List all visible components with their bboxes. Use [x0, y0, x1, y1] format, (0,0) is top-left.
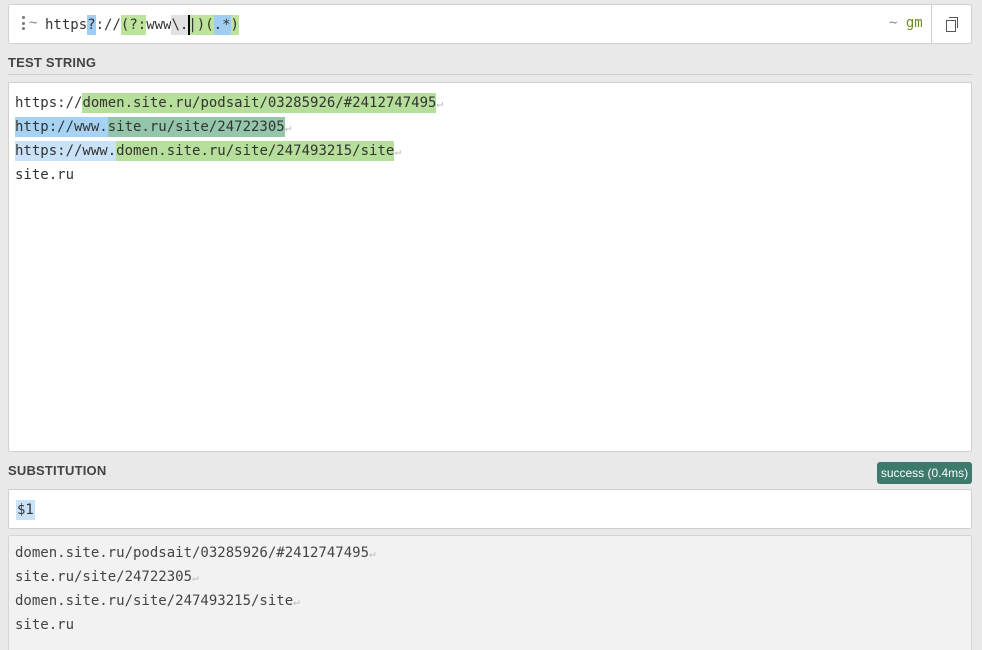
regex-delimiter-open: ~ [29, 15, 38, 31]
regex-input[interactable]: https?://(?:www\.|)(.*) [45, 15, 239, 35]
match-highlight: domen.site.ru/podsait/03285926/#24127474… [82, 93, 437, 113]
regex-token: ) [230, 15, 239, 35]
result-line: site.ru [15, 613, 965, 637]
match-highlight: http://www. [15, 117, 108, 137]
result-text: domen.site.ru/podsait/03285926/#24127474… [15, 545, 370, 561]
regex-token: ( [205, 15, 214, 35]
match-highlight: site.ru/site/24722305 [107, 117, 285, 137]
status-badge: success (0.4ms) [877, 462, 972, 484]
substitution-result: domen.site.ru/podsait/03285926/#24127474… [8, 535, 972, 650]
regex-token: https [45, 17, 88, 33]
regex-token: ? [87, 15, 96, 35]
result-text: site.ru/site/24722305 [15, 569, 193, 585]
test-line: https://domen.site.ru/podsait/03285926/#… [15, 91, 965, 115]
substitution-label: SUBSTITUTION [8, 463, 107, 478]
flags-delimiter: ~ [889, 15, 898, 31]
result-text: site.ru [15, 617, 75, 633]
regex-token: :// [95, 17, 121, 33]
result-text: domen.site.ru/site/247493215/site [15, 593, 294, 609]
copy-icon [946, 17, 958, 32]
test-string-label: TEST STRING [8, 55, 97, 70]
result-line: site.ru/site/24722305↵ [15, 565, 965, 589]
divider [8, 74, 972, 75]
regex-token: www [146, 17, 172, 33]
newline-marker: ↵ [394, 145, 401, 158]
regex-token: | [188, 15, 197, 35]
match-highlight: https://www. [15, 141, 117, 161]
regex-token: (?: [120, 15, 147, 35]
unmatched-text: site.ru [15, 167, 75, 183]
regex-token: ) [196, 15, 206, 35]
newline-marker: ↵ [436, 97, 444, 110]
newline-marker: ↵ [293, 595, 300, 608]
result-line: domen.site.ru/site/247493215/site↵ [15, 589, 965, 613]
test-string-editor[interactable]: https://domen.site.ru/podsait/03285926/#… [8, 82, 972, 452]
vertical-dots-icon[interactable] [21, 16, 25, 30]
test-line: https://www.domen.site.ru/site/247493215… [15, 139, 965, 163]
copy-button[interactable] [931, 5, 972, 43]
regex-token: \. [171, 15, 189, 35]
test-line: site.ru [15, 163, 965, 187]
regex-token: .* [213, 15, 231, 35]
regex-bar: ~ https?://(?:www\.|)(.*) ~ gm [8, 4, 972, 44]
newline-marker: ↵ [284, 121, 292, 134]
flags-letters: gm [905, 15, 923, 31]
substitution-value: $1 [16, 500, 35, 520]
newline-marker: ↵ [369, 547, 376, 560]
substitution-input[interactable]: $1 [8, 489, 972, 529]
regex-flags[interactable]: ~ gm [889, 15, 923, 31]
test-line: http://www.site.ru/site/24722305↵ [15, 115, 965, 139]
unmatched-text: https:// [15, 95, 83, 111]
match-highlight: domen.site.ru/site/247493215/site [116, 141, 395, 161]
result-line: domen.site.ru/podsait/03285926/#24127474… [15, 541, 965, 565]
newline-marker: ↵ [192, 571, 199, 584]
